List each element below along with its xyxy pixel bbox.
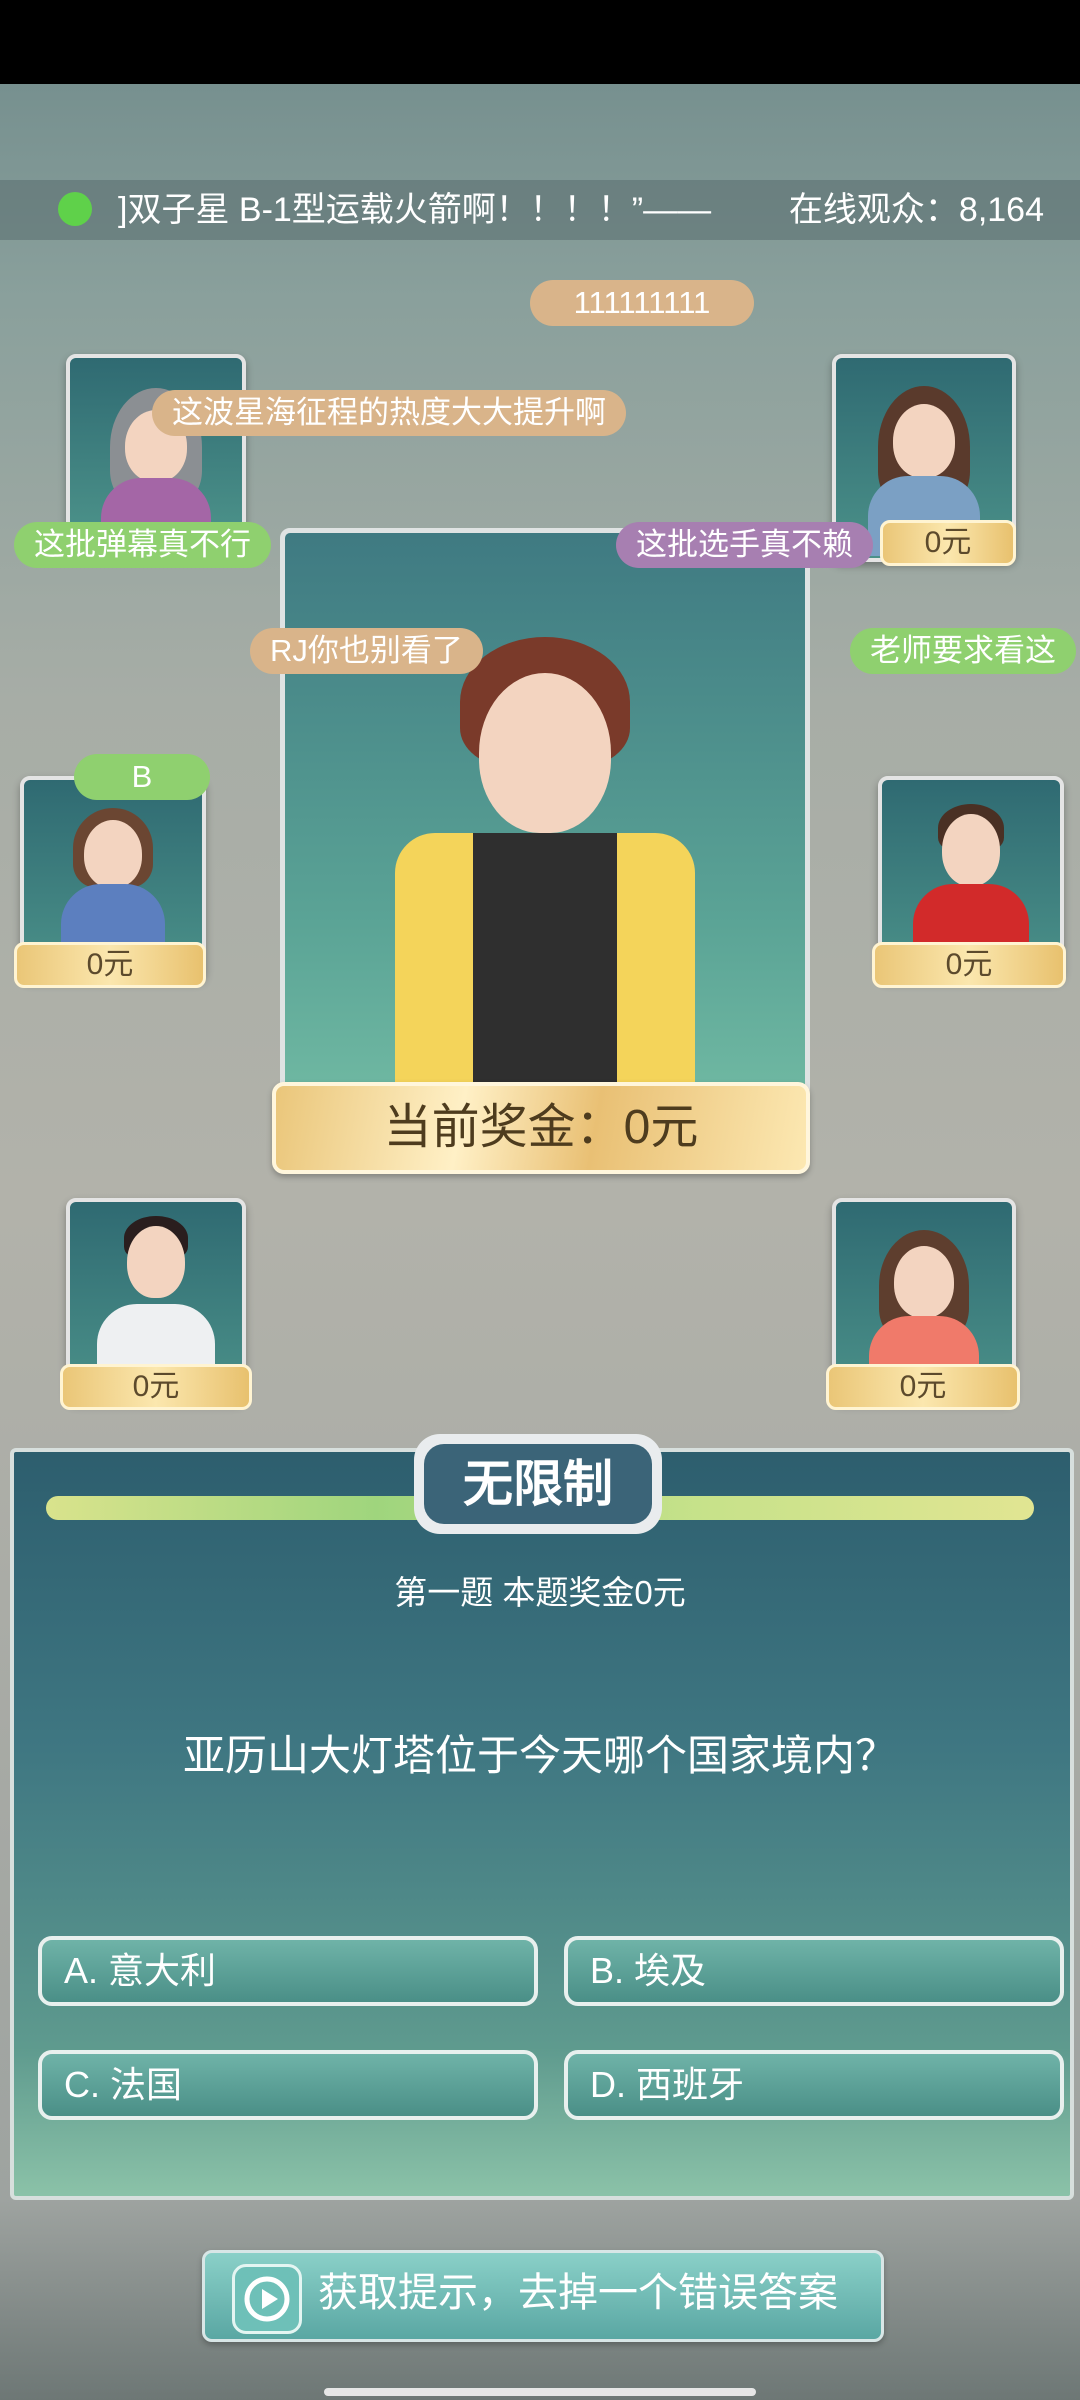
- answer-option-a[interactable]: A. 意大利: [38, 1936, 538, 2006]
- current-player-face: [479, 673, 611, 833]
- home-indicator[interactable]: [324, 2388, 756, 2396]
- player-avatar-face: [127, 1226, 185, 1298]
- current-prize-plate: 当前奖金：0元: [272, 1082, 810, 1174]
- online-viewers-count: 在线观众：8,164: [788, 191, 1044, 229]
- player-prize-mid-right: 0元: [872, 942, 1066, 988]
- danmaku-bubble: B: [74, 754, 210, 800]
- player-card-top-left[interactable]: [66, 354, 246, 536]
- answer-option-b[interactable]: B. 埃及: [564, 1936, 1064, 2006]
- answer-option-c[interactable]: C. 法国: [38, 2050, 538, 2120]
- question-text: 亚历山大灯塔位于今天哪个国家境内？: [182, 1732, 897, 1779]
- live-indicator-icon: [58, 192, 92, 226]
- danmaku-bubble: RJ你也别看了: [250, 628, 483, 674]
- current-player-card: [280, 528, 810, 1098]
- player-prize-top-right: 0元: [880, 520, 1016, 566]
- player-avatar-face: [942, 814, 1000, 886]
- danmaku-bubble: 111111111: [530, 280, 754, 326]
- current-player-body: [395, 833, 695, 1093]
- player-prize-mid-left: 0元: [14, 942, 206, 988]
- hint-button-label: 获取提示，去掉一个错误答案: [318, 2271, 838, 2315]
- answer-option-d[interactable]: D. 西班牙: [564, 2050, 1064, 2120]
- player-prize-bottom-left: 0元: [60, 1364, 252, 1410]
- danmaku-bubble: 老师要求看这: [850, 628, 1076, 674]
- play-video-icon: [232, 2264, 302, 2334]
- question-subtitle: 第一题 本题奖金0元: [394, 1574, 686, 1611]
- player-avatar-face: [893, 404, 955, 478]
- danmaku-bubble: 这批弹幕真不行: [14, 522, 271, 568]
- player-avatar-face: [894, 1246, 954, 1318]
- player-prize-bottom-right: 0元: [826, 1364, 1020, 1410]
- danmaku-bubble: 这波星海征程的热度大大提升啊: [152, 390, 626, 436]
- mode-badge: 无限制: [424, 1444, 652, 1524]
- player-avatar-face: [84, 820, 142, 888]
- live-marquee-text: ]双子星 B-1型运载火箭啊！！！！”——: [118, 191, 712, 229]
- danmaku-bubble: 这批选手真不赖: [616, 522, 873, 568]
- status-bar: [0, 0, 1080, 84]
